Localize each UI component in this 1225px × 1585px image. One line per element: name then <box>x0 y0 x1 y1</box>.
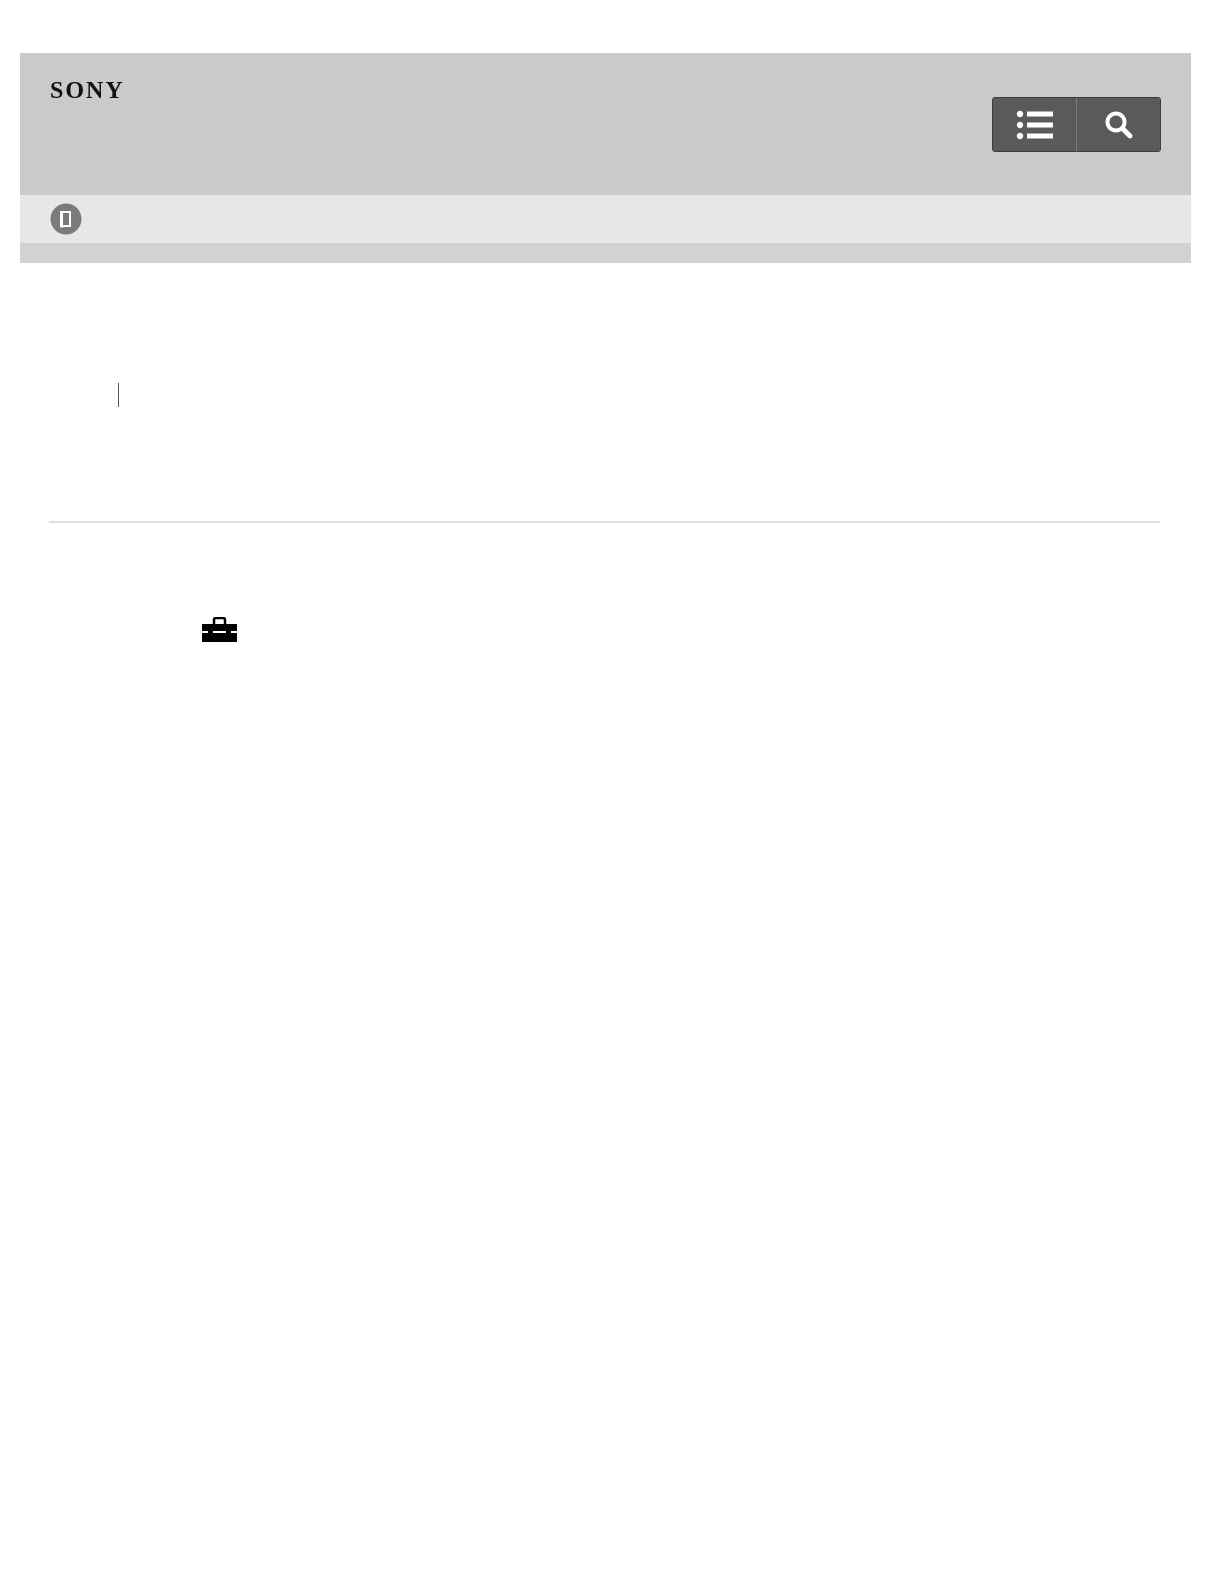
sub-navigation-bar <box>20 195 1191 243</box>
breadcrumb-separator <box>118 383 119 407</box>
header-button-group <box>992 97 1161 152</box>
sony-logo: SONY <box>50 78 125 104</box>
header-bottom-strip <box>20 243 1191 263</box>
search-button[interactable] <box>1076 98 1160 151</box>
content-divider <box>49 521 1160 523</box>
toolbox-icon <box>202 616 237 642</box>
list-icon <box>1016 110 1053 139</box>
manual-book-icon[interactable] <box>50 203 82 235</box>
table-of-contents-button[interactable] <box>993 98 1076 151</box>
site-header: SONY <box>20 53 1191 195</box>
search-icon <box>1105 111 1132 138</box>
